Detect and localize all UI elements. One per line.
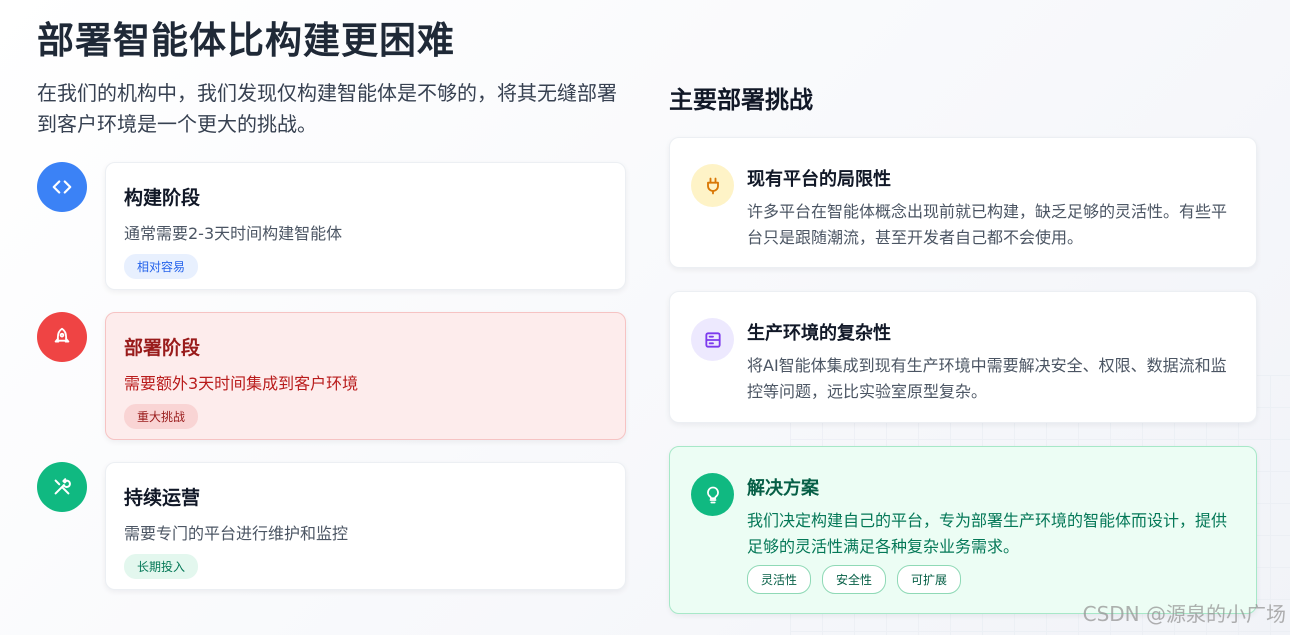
challenge-title: 现有平台的局限性 [747, 169, 891, 190]
challenge-card-production: 生产环境的复杂性 将AI智能体集成到现有生产环境中需要解决安全、权限、数据流和监… [669, 291, 1257, 423]
challenges-title: 主要部署挑战 [669, 86, 813, 114]
server-icon [691, 318, 734, 361]
plug-icon [691, 164, 734, 207]
solution-tag: 安全性 [822, 565, 887, 594]
lightbulb-icon [691, 473, 734, 516]
stage-title: 部署阶段 [124, 337, 201, 359]
stage-tag: 重大挑战 [124, 404, 199, 429]
stage-desc: 通常需要2-3天时间构建智能体 [124, 224, 343, 243]
intro-text: 在我们的机构中，我们发现仅构建智能体是不够的，将其无缝部署到客户环境是一个更大的… [37, 81, 617, 136]
challenge-desc: 许多平台在智能体概念出现前就已构建，缺乏足够的灵活性。有些平台只是跟随潮流，甚至… [747, 202, 1228, 247]
stage-desc: 需要额外3天时间集成到客户环境 [124, 374, 359, 393]
watermark: CSDN @源泉的小广场 [1082, 602, 1286, 626]
solution-title: 解决方案 [747, 478, 819, 499]
page-title: 部署智能体比构建更困难 [37, 19, 455, 62]
stage-desc: 需要专门的平台进行维护和监控 [124, 524, 349, 543]
stage-tag: 长期投入 [124, 554, 199, 579]
rocket-icon [37, 312, 87, 362]
stage-card-deploy: 部署阶段 需要额外3天时间集成到客户环境 重大挑战 [105, 312, 626, 440]
solution-tag: 可扩展 [897, 565, 962, 594]
solution-tags: 灵活性 安全性 可扩展 [747, 565, 962, 594]
stage-title: 构建阶段 [124, 187, 201, 209]
code-icon [37, 162, 87, 212]
challenge-card-platform: 现有平台的局限性 许多平台在智能体概念出现前就已构建，缺乏足够的灵活性。有些平台… [669, 137, 1257, 268]
stage-tag: 相对容易 [124, 254, 199, 279]
challenge-desc: 将AI智能体集成到现有生产环境中需要解决安全、权限、数据流和监控等问题，远比实验… [747, 356, 1227, 401]
tools-icon [37, 462, 87, 512]
stage-title: 持续运营 [124, 487, 201, 509]
solution-tag: 灵活性 [747, 565, 812, 594]
challenge-title: 生产环境的复杂性 [747, 323, 891, 344]
solution-card: 解决方案 我们决定构建自己的平台，专为部署生产环境的智能体而设计，提供足够的灵活… [669, 446, 1257, 614]
stage-card-build: 构建阶段 通常需要2-3天时间构建智能体 相对容易 [105, 162, 626, 290]
stage-card-operate: 持续运营 需要专门的平台进行维护和监控 长期投入 [105, 462, 626, 590]
solution-desc: 我们决定构建自己的平台，专为部署生产环境的智能体而设计，提供足够的灵活性满足各种… [747, 511, 1228, 556]
